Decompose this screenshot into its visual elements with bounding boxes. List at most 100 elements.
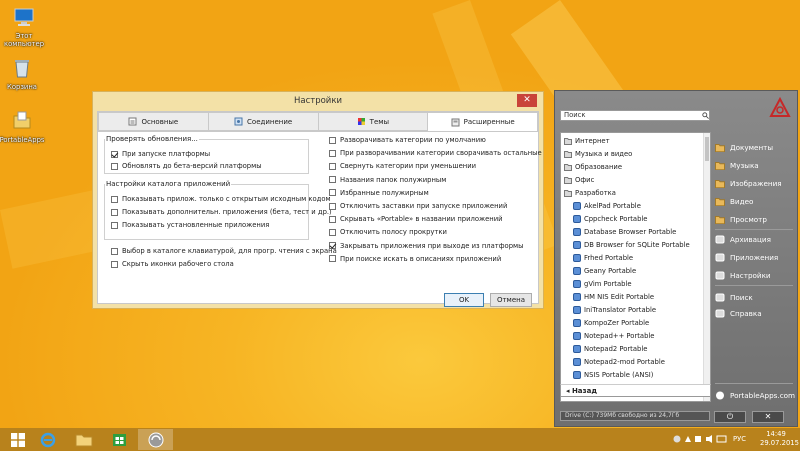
- checkbox-box[interactable]: [329, 189, 336, 197]
- sidebar-item[interactable]: Документы: [715, 143, 773, 152]
- item-label: Database Browser Portable: [584, 227, 677, 236]
- taskbar-ie[interactable]: [30, 429, 65, 450]
- tab-connection[interactable]: Соединение: [208, 112, 319, 131]
- checkbox-right-option[interactable]: Скрывать «Portable» в названии приложени…: [329, 215, 503, 223]
- checkbox-box[interactable]: [111, 195, 118, 203]
- sidebar-item[interactable]: Видео: [715, 197, 753, 206]
- app-item[interactable]: NSIS Portable (ANSI): [573, 368, 653, 381]
- ok-button[interactable]: OK: [444, 293, 484, 307]
- app-item[interactable]: Geany Portable: [573, 264, 636, 277]
- app-item[interactable]: KompoZer Portable: [573, 316, 649, 329]
- checkbox-box[interactable]: [329, 228, 336, 236]
- taskbar-store[interactable]: [102, 429, 137, 450]
- app-item[interactable]: IniTranslator Portable: [573, 303, 656, 316]
- category-item[interactable]: Разработка: [564, 186, 616, 199]
- checkbox-box[interactable]: [111, 150, 118, 158]
- checkbox-hide-desktop-icons[interactable]: Скрыть иконки рабочего стола: [111, 260, 234, 268]
- settings-titlebar[interactable]: Настройки ✕: [93, 92, 543, 111]
- checkbox-box[interactable]: [329, 149, 336, 157]
- item-label: Frhed Portable: [584, 253, 634, 262]
- checkbox-box[interactable]: [111, 162, 118, 170]
- app-item[interactable]: Notepad++ Portable: [573, 329, 654, 342]
- checkbox-box[interactable]: [329, 202, 336, 210]
- sidebar-item[interactable]: Музыка: [715, 161, 759, 170]
- tab-themes[interactable]: Темы: [318, 112, 429, 131]
- app-item[interactable]: Notepad2 Portable: [573, 342, 647, 355]
- checkbox-right-option[interactable]: Свернуть категории при уменьшении: [329, 162, 476, 170]
- checkbox-box[interactable]: [111, 221, 118, 229]
- category-item[interactable]: Офис: [564, 173, 594, 186]
- checkbox-right-option[interactable]: Отключить полосу прокрутки: [329, 228, 447, 236]
- checkbox-right-option[interactable]: Отключить заставки при запуске приложени…: [329, 202, 507, 210]
- sidebar-item[interactable]: Приложения: [715, 253, 778, 262]
- app-item[interactable]: gVim Portable: [573, 277, 632, 290]
- category-item[interactable]: Образование: [564, 160, 622, 173]
- item-label: Notepad2 Portable: [584, 344, 648, 353]
- app-list[interactable]: Интернет Музыка и видео Образование Офис Раз…: [560, 132, 711, 402]
- app-item[interactable]: Database Browser Portable: [573, 225, 676, 238]
- category-item[interactable]: Музыка и видео: [564, 147, 632, 160]
- category-icon: [564, 163, 572, 171]
- back-button[interactable]: ◂ Назад: [560, 384, 711, 397]
- app-item[interactable]: DB Browser for SQLite Portable: [573, 238, 690, 251]
- clock[interactable]: 14:49 29.07.2015: [760, 430, 799, 448]
- app-item[interactable]: Cppcheck Portable: [573, 212, 647, 225]
- tab-general[interactable]: Основные: [98, 112, 209, 131]
- help-icon: [715, 309, 725, 318]
- app-item[interactable]: HM NIS Edit Portable: [573, 290, 654, 303]
- search-icon: [715, 293, 725, 302]
- settings-body: Основные Соединение Темы Расширенные Про…: [97, 111, 542, 307]
- taskbar-portableapps[interactable]: [138, 429, 173, 450]
- power-button[interactable]: ⏻: [714, 411, 746, 423]
- checkbox-installed-apps[interactable]: Показывать установленные приложения: [111, 221, 269, 229]
- taskbar-explorer[interactable]: [66, 429, 101, 450]
- cancel-button[interactable]: Отмена: [490, 293, 532, 307]
- checkbox-box[interactable]: [111, 260, 118, 268]
- tab-advanced[interactable]: Расширенные: [428, 112, 538, 131]
- checkbox-box[interactable]: [329, 176, 336, 184]
- checkbox-box[interactable]: [329, 162, 336, 170]
- scroll-thumb[interactable]: [705, 137, 709, 161]
- language-indicator[interactable]: РУС: [733, 435, 746, 443]
- sidebar-label: Приложения: [730, 253, 779, 262]
- sidebar-item[interactable]: Поиск: [715, 293, 753, 302]
- checkbox-right-option[interactable]: Разворачивать категории по умолчанию: [329, 136, 486, 144]
- checkbox-keyboard-catalog[interactable]: Выбор в каталоге клавиатурой, для прогр.…: [111, 247, 337, 255]
- app-item[interactable]: Frhed Portable: [573, 251, 633, 264]
- checkbox-right-option[interactable]: Закрывать приложения при выходе из платф…: [329, 242, 524, 250]
- tray-icons[interactable]: [673, 434, 729, 446]
- list-scrollbar[interactable]: [703, 133, 710, 401]
- checkbox-extra-apps[interactable]: Показывать дополнительн. приложения (бет…: [111, 208, 332, 216]
- checkbox-box[interactable]: [329, 255, 336, 263]
- checkbox-right-option[interactable]: При поиске искать в описаниях приложений: [329, 255, 501, 263]
- checkbox-box[interactable]: [111, 208, 118, 216]
- checkbox-startup-update[interactable]: При запуске платформы: [111, 150, 210, 158]
- sidebar-label: Музыка: [730, 161, 759, 170]
- checkbox-box[interactable]: [111, 247, 118, 255]
- checkbox-box[interactable]: [329, 242, 336, 250]
- category-item[interactable]: Интернет: [564, 134, 610, 147]
- brand[interactable]: PortableApps.com: [715, 391, 795, 400]
- desktop-icon-computer[interactable]: Этот компьютер: [0, 6, 50, 48]
- portableapps-taskbar-icon: [148, 432, 163, 447]
- sidebar-item[interactable]: Справка: [715, 309, 762, 318]
- close-button[interactable]: ✕: [517, 94, 537, 107]
- sidebar-item[interactable]: Архивация: [715, 235, 771, 244]
- sidebar-item[interactable]: Настройки: [715, 271, 771, 280]
- desktop-icon-portableapps[interactable]: PortableApps: [0, 110, 48, 144]
- sidebar-item[interactable]: Изображения: [715, 179, 782, 188]
- checkbox-open-source-only[interactable]: Показывать прилож. только с открытым исх…: [111, 195, 331, 203]
- checkbox-right-option[interactable]: При разворачивании категории сворачивать…: [329, 149, 542, 157]
- sidebar-item[interactable]: Просмотр: [715, 215, 767, 224]
- search-input[interactable]: Поиск: [560, 110, 710, 121]
- checkbox-right-option[interactable]: Избранные полужирным: [329, 189, 429, 197]
- checkbox-box[interactable]: [329, 215, 336, 223]
- checkbox-beta-update[interactable]: Обновлять до бета-версий платформы: [111, 162, 262, 170]
- checkbox-box[interactable]: [329, 136, 336, 144]
- close-menu-button[interactable]: ✕: [752, 411, 784, 423]
- sidebar-label: Видео: [730, 197, 754, 206]
- checkbox-right-option[interactable]: Названия папок полужирным: [329, 176, 446, 184]
- app-item[interactable]: AkelPad Portable: [573, 199, 641, 212]
- desktop-icon-recycle-bin[interactable]: Корзина: [0, 57, 48, 91]
- app-item[interactable]: Notepad2-mod Portable: [573, 355, 665, 368]
